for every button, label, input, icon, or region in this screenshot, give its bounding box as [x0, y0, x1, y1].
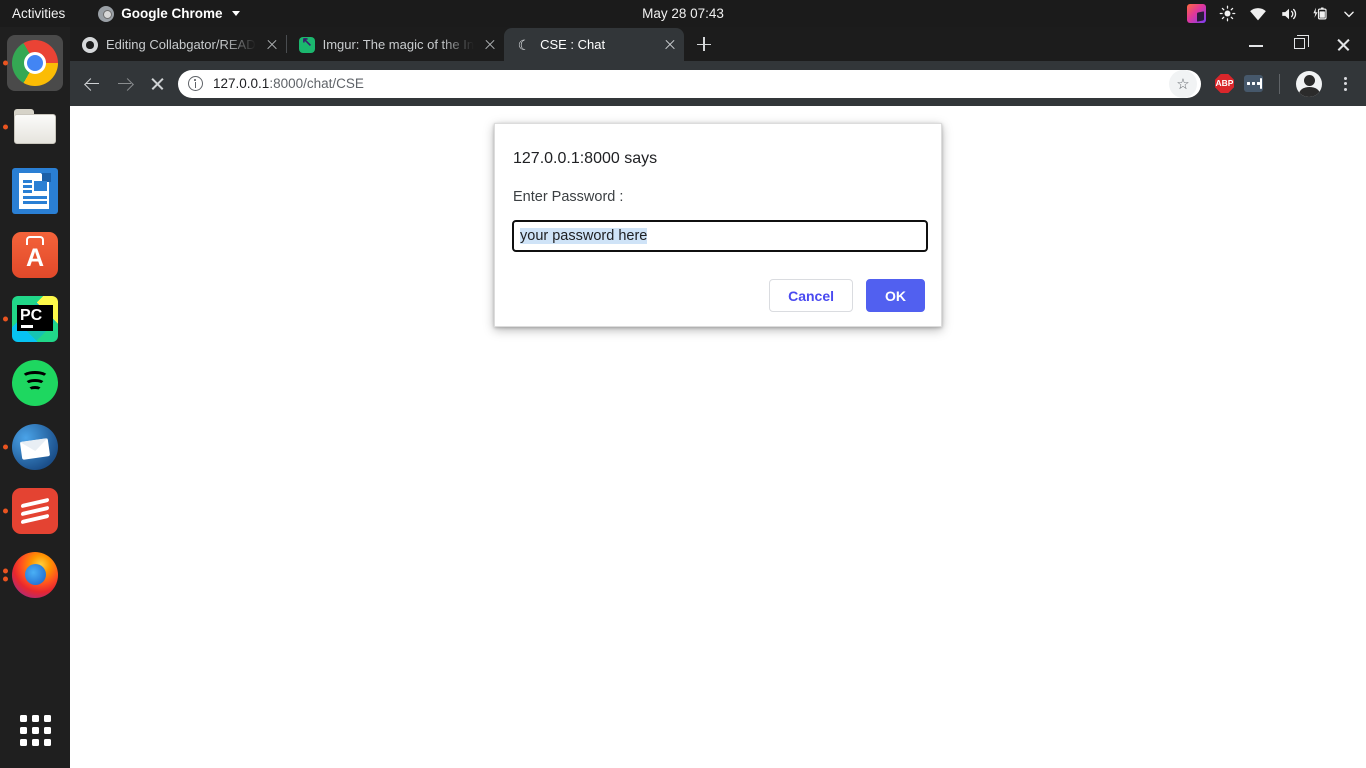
imgur-icon [298, 36, 315, 53]
folder-icon [12, 104, 58, 150]
tab-strip: Editing Collabgator/READ Imgur: The magi… [70, 27, 1366, 61]
tab-title: CSE : Chat [540, 37, 606, 52]
url-path: :8000/chat/CSE [269, 76, 364, 91]
toolbar-separator [1279, 73, 1280, 94]
activities-button[interactable]: Activities [12, 6, 65, 21]
ubuntu-dock: A PC [0, 27, 70, 768]
close-icon[interactable] [264, 37, 280, 53]
tab-title: Editing Collabgator/READ [106, 37, 256, 52]
running-indicator [3, 508, 8, 514]
new-tab-button[interactable] [690, 30, 718, 58]
software-store-icon: A [12, 232, 58, 278]
info-icon[interactable] [188, 76, 203, 91]
extensions-area: ABP [1215, 70, 1358, 97]
dock-item-firefox[interactable] [3, 547, 63, 603]
dock-item-todoist[interactable] [3, 483, 63, 539]
system-tray [1187, 0, 1356, 27]
dock-item-thunderbird[interactable] [3, 419, 63, 475]
dock-item-libreoffice-writer[interactable] [7, 163, 63, 219]
back-button[interactable] [78, 69, 108, 99]
dialog-actions: Cancel OK [511, 279, 925, 312]
minimize-button[interactable] [1234, 27, 1278, 61]
url-host: 127.0.0.1 [213, 76, 270, 91]
page-content: 127.0.0.1:8000 says Enter Password : Can… [70, 106, 1366, 768]
github-icon [82, 36, 98, 53]
document-icon [12, 168, 58, 214]
ok-button[interactable]: OK [866, 279, 925, 312]
moon-icon: ☾ [517, 36, 531, 53]
adblock-plus-icon[interactable]: ABP [1215, 74, 1234, 93]
maximize-button[interactable] [1278, 27, 1322, 61]
close-icon[interactable] [482, 37, 498, 53]
spotify-icon [12, 360, 58, 406]
running-indicator [3, 316, 8, 322]
running-indicator [3, 444, 8, 450]
firefox-icon [12, 552, 58, 598]
dock-item-files[interactable] [3, 99, 63, 155]
battery-charging-icon[interactable] [1311, 5, 1329, 23]
bookmark-star-icon[interactable]: ☆ [1169, 69, 1197, 98]
chrome-icon [12, 40, 58, 86]
cube-icon[interactable] [1187, 4, 1206, 23]
tab-github[interactable]: Editing Collabgator/READ [70, 28, 286, 61]
tab-cse-chat[interactable]: ☾ CSE : Chat [504, 28, 685, 61]
dock-item-pycharm[interactable]: PC [3, 291, 63, 347]
dock-item-google-chrome[interactable] [3, 35, 63, 91]
close-window-button[interactable] [1322, 27, 1366, 61]
volume-icon[interactable] [1280, 5, 1298, 23]
tab-title: Imgur: The magic of the In [322, 37, 475, 52]
dialog-message: Enter Password : [513, 189, 624, 205]
window-controls [1234, 27, 1366, 61]
javascript-prompt-dialog: 127.0.0.1:8000 says Enter Password : Can… [494, 123, 942, 327]
close-icon[interactable] [662, 37, 678, 53]
dock-item-ubuntu-software[interactable]: A [7, 227, 63, 283]
chrome-window: Editing Collabgator/READ Imgur: The magi… [70, 27, 1366, 768]
url-text: 127.0.0.1:8000/chat/CSE [213, 76, 364, 91]
chrome-menu-icon[interactable] [1332, 71, 1358, 97]
running-indicator [3, 124, 8, 130]
chevron-down-icon[interactable] [1342, 7, 1356, 21]
address-bar[interactable]: 127.0.0.1:8000/chat/CSE ☆ [178, 69, 1201, 98]
show-applications-button[interactable] [0, 702, 70, 758]
dialog-title: 127.0.0.1:8000 says [513, 150, 658, 167]
forward-button[interactable] [110, 69, 140, 99]
chrome-icon [98, 5, 115, 22]
running-indicator [3, 568, 8, 582]
running-indicator [3, 60, 8, 66]
grid-icon [19, 714, 51, 746]
password-input[interactable] [511, 219, 929, 253]
chevron-down-icon [231, 11, 240, 16]
thunderbird-icon [12, 424, 58, 470]
browser-toolbar: 127.0.0.1:8000/chat/CSE ☆ ABP [70, 61, 1366, 106]
tab-imgur[interactable]: Imgur: The magic of the In [287, 28, 505, 61]
brightness-icon[interactable] [1219, 5, 1236, 22]
avatar[interactable] [1296, 70, 1322, 97]
dock-item-spotify[interactable] [7, 355, 63, 411]
pycharm-icon: PC [12, 296, 58, 342]
cancel-button[interactable]: Cancel [769, 279, 853, 312]
app-menu-button[interactable]: Google Chrome [98, 5, 240, 22]
desktop: Activities Google Chrome May 28 07:43 A … [0, 0, 1366, 768]
app-menu-label: Google Chrome [121, 6, 223, 21]
stop-button[interactable] [142, 69, 172, 99]
password-manager-icon[interactable] [1244, 75, 1263, 92]
wifi-icon[interactable] [1249, 5, 1267, 23]
todoist-icon [12, 488, 58, 534]
gnome-top-bar: Activities Google Chrome May 28 07:43 [0, 0, 1366, 27]
